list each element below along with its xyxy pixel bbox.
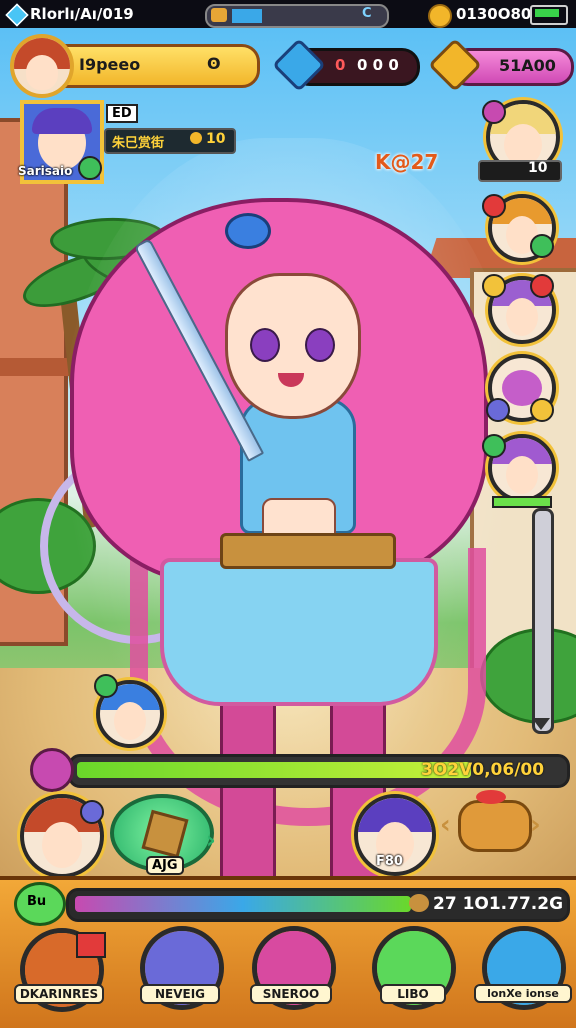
prefix-text: Bu — [27, 894, 47, 909]
game-title: Rlorlı/Aı/019 — [30, 5, 134, 23]
party-member-5-hp — [492, 496, 552, 508]
exp-bar: 3O2V0,06/00 — [68, 754, 570, 788]
party-badge — [530, 274, 554, 298]
map-icon — [211, 8, 227, 22]
bottom-panel: Bu 27 1O1.77.2G DKARINRES NEVEIG SNEROO … — [0, 876, 576, 1028]
player-name: I9peeo — [79, 55, 141, 74]
summon-badge — [94, 674, 118, 698]
gift-bow-icon — [476, 790, 506, 804]
gems-value: 0 0 0 — [357, 56, 399, 74]
nav-label-4: LIBO — [380, 984, 446, 1004]
resource-icon — [409, 894, 429, 912]
diamond-icon — [5, 3, 29, 27]
chevron-down-icon[interactable] — [532, 718, 550, 730]
party-member-1-level-bar: 10 — [478, 160, 562, 182]
resource-bar-fill — [75, 896, 411, 912]
hair-bow-icon — [225, 213, 271, 249]
party-badge — [486, 398, 510, 422]
hero-eye-right — [305, 328, 335, 362]
chevron-right-icon: › — [206, 826, 216, 854]
party-badge — [482, 194, 506, 218]
party-badge — [482, 100, 506, 124]
chevron-right-icon[interactable]: › — [530, 810, 541, 840]
gift-icon[interactable] — [458, 800, 532, 852]
notification-badge — [76, 932, 106, 958]
skill-label: AJG — [146, 856, 184, 875]
hero-face — [225, 273, 361, 419]
gems-prefix: 0 — [335, 56, 346, 74]
nav-label-2: NEVEIG — [140, 984, 220, 1004]
hero-element-badge — [78, 156, 102, 180]
party-badge — [482, 434, 506, 458]
nav-label-1: DKARINRES — [14, 984, 104, 1004]
combo-label: K@27 — [375, 150, 439, 174]
small-coin-icon — [190, 132, 202, 144]
party-scrollbar[interactable] — [532, 508, 554, 734]
hero-title: 朱巳赏街 — [112, 136, 165, 151]
hero-title-bar: 朱巳赏街 10 — [104, 128, 236, 154]
resource-bar: 27 1O1.77.2G — [66, 888, 570, 922]
exp-bar-fill — [77, 762, 471, 778]
hero-skirt — [160, 558, 438, 706]
party-badge — [482, 274, 506, 298]
battery-icon — [530, 5, 568, 25]
exp-bar-value: 3O2V0,06/00 — [421, 760, 545, 780]
coin-value: 0130O80 — [456, 5, 532, 23]
player-level-indicator: ʘ — [207, 54, 221, 73]
nav-label-5: lonXe ionse — [474, 984, 572, 1003]
party-member-1-level: 10 — [528, 160, 548, 176]
hero-tag: ED — [106, 104, 138, 123]
hero-name: Sarisaio — [18, 164, 73, 178]
resource-value: 27 1O1.77.2G — [433, 894, 564, 914]
status-bar: Rlorlı/Aı/019 C 0130O80 — [0, 0, 576, 28]
party-badge — [530, 234, 554, 258]
top-progress: C — [205, 4, 389, 28]
hero-count: 10 — [206, 131, 226, 147]
chevron-left-icon[interactable]: ‹ — [440, 810, 451, 840]
coin-icon — [428, 4, 452, 28]
hero-eye-left — [250, 328, 280, 362]
top-progress-fill — [232, 9, 262, 23]
prefix-badge: Bu — [14, 882, 66, 926]
leader-badge — [80, 800, 104, 824]
hero-belt — [220, 533, 396, 569]
unit-label: F80 — [376, 854, 403, 869]
orb-icon[interactable] — [30, 748, 74, 792]
nav-label-3: SNEROO — [250, 984, 332, 1004]
party-badge — [530, 398, 554, 422]
cube-icon — [141, 809, 189, 859]
top-progress-label: C — [362, 6, 372, 21]
player-avatar[interactable] — [10, 34, 74, 98]
gold-value: 51A00 — [499, 56, 556, 75]
